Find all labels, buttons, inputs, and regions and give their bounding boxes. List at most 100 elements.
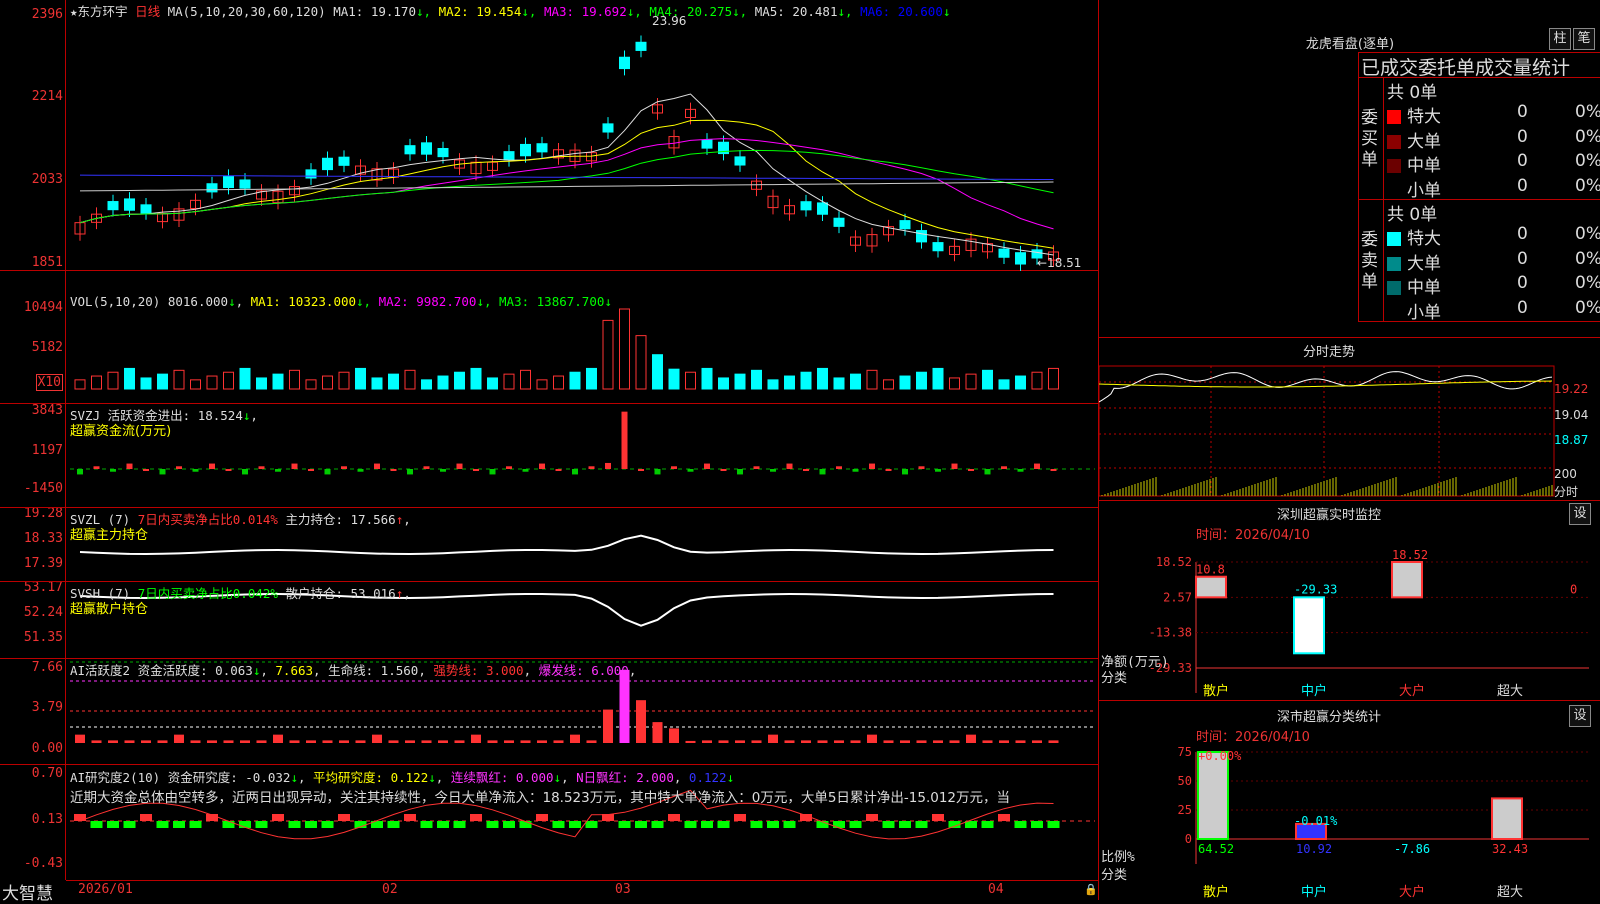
longhu-title: 龙虎看盘(逐单) [1305, 37, 1395, 52]
candle-body [1015, 252, 1026, 265]
ai1-bar [1032, 740, 1042, 743]
flow-value: -29.33 [1294, 582, 1337, 596]
svzj-bar [1034, 463, 1040, 469]
main-chart-canvas[interactable] [0, 0, 1098, 880]
ai1-bar [966, 734, 976, 743]
szmon-chart: 18.52 2.57 -13.38 -29.33 净额(万元)分类散户 中户 大户 超大 10.… [1101, 548, 1589, 699]
ai1-bar [850, 740, 861, 743]
svzj-bar [324, 469, 331, 475]
row-name: 大单 [1407, 253, 1441, 274]
vol-ma-legend-item: MA1: 10323.000 [250, 294, 357, 309]
date-label: 02 [382, 882, 398, 897]
svsh-ratio: 7日内买卖净占比0.042% [137, 586, 278, 601]
buy-row: 中单 0 0% [1387, 151, 1600, 176]
flow-bar [1195, 575, 1227, 599]
bar-mode-button[interactable]: 柱 [1549, 28, 1571, 50]
top-label: -0.01% [1294, 814, 1338, 828]
ai2-bar [552, 821, 565, 828]
intraday-chart[interactable] [1099, 360, 1600, 500]
ai1-bar [669, 728, 679, 743]
color-swatch [1387, 134, 1401, 149]
svzj-bar [93, 466, 100, 469]
volume-bar [190, 379, 201, 390]
svzj-bar [687, 469, 694, 472]
svzj-bar [77, 469, 83, 475]
y-unit-label: 比例% [1101, 850, 1135, 865]
ai2-e-dir: ↓ [726, 770, 735, 785]
ai1-bar [256, 740, 267, 743]
ai2-bar [651, 821, 664, 828]
volume-bar [569, 371, 581, 390]
ai1-bar [933, 740, 943, 743]
volume-bar [239, 367, 251, 390]
candle-body [602, 123, 614, 133]
ratio-value: 64.52 [1198, 842, 1234, 856]
candle-body [239, 179, 251, 189]
ai2-bar [536, 814, 548, 821]
row-name: 特大 [1407, 107, 1441, 127]
volume-bar [322, 375, 333, 390]
tick-mode-button[interactable]: 笔 [1573, 28, 1595, 50]
y-tick-label: 25 [1178, 803, 1192, 817]
flow-value: 0 [1570, 582, 1577, 596]
category-label: 大户 [1399, 884, 1425, 900]
ai2-bar [470, 814, 482, 821]
svsh-value: 53.016 [350, 586, 396, 601]
svzj-bar [753, 466, 760, 469]
ai2-a-dir: ↓ [290, 770, 298, 785]
szmon-settings-button[interactable]: 设 [1569, 503, 1591, 525]
ai1-bar [916, 740, 927, 743]
volume-bar [850, 373, 861, 390]
period-label[interactable]: 日线 [135, 4, 160, 19]
sell-row: 中单 0 0% [1387, 273, 1600, 298]
ai1-d-value: 3.000 [485, 663, 524, 678]
ai2-bar [668, 814, 680, 821]
ai1-bar [520, 740, 531, 743]
ai2-a-label: 资金研究度: [167, 770, 238, 785]
volume-bar [635, 335, 647, 390]
volume-bar [982, 369, 993, 390]
ai2-bar [387, 821, 400, 828]
category-label: 中户 [1301, 884, 1327, 900]
candle-body [503, 151, 515, 161]
stock-name[interactable]: ★东方环宇 [70, 4, 128, 19]
ai1-bar [75, 734, 85, 743]
ai1-bar [141, 740, 151, 743]
row-name: 特大 [1407, 229, 1441, 249]
volume-bar [536, 379, 548, 390]
intraday-vol: 200 [1554, 467, 1577, 481]
svzj-bar [225, 469, 232, 471]
szcls-settings-button[interactable]: 设 [1569, 705, 1591, 727]
volume-bar [998, 379, 1010, 390]
ai2-bar [503, 821, 515, 828]
ai2-bar [932, 814, 944, 821]
y-tick-label: 2.57 [1163, 590, 1192, 604]
row-pct: 0% [1575, 297, 1600, 318]
ai1-bar [421, 740, 432, 743]
volume-bar [371, 377, 383, 390]
svzj-bar [902, 469, 908, 475]
szcls-title: 深市超赢分类统计 [1276, 710, 1381, 725]
ai2-c-value: 0.000 [515, 770, 554, 785]
svzj-bar [291, 463, 298, 469]
ai2-d-label: N日飘红: [576, 770, 629, 785]
buy-total: 共 0单 [1387, 83, 1438, 103]
category-label: 超大 [1497, 684, 1523, 699]
x-unit-label: 分类 [1101, 868, 1127, 883]
volume-bar [256, 377, 267, 390]
vol-ma-legend-item: MA3: 13867.700 [499, 294, 605, 309]
ai1-d-label: 强势线: [433, 663, 479, 678]
svsh-subtitle: 超赢散户持仓 [70, 602, 149, 617]
volume-bar [586, 367, 597, 390]
ai2-comment: 近期大资金总体由空转多，近两日出现异动，关注其持续性，今日大单净流入：18.52… [70, 790, 1011, 806]
row-count: 0 [1517, 224, 1528, 244]
lock-icon[interactable]: 🔒 [1084, 883, 1098, 896]
volume-bar [503, 373, 515, 390]
volume-bar [668, 368, 680, 390]
buy-label: 委买单 [1361, 108, 1378, 170]
svzj-bar [885, 469, 892, 471]
ai1-bar [273, 734, 283, 743]
ai2-bar [684, 821, 697, 828]
ai2-bar [734, 814, 746, 821]
candle-body [124, 198, 135, 211]
